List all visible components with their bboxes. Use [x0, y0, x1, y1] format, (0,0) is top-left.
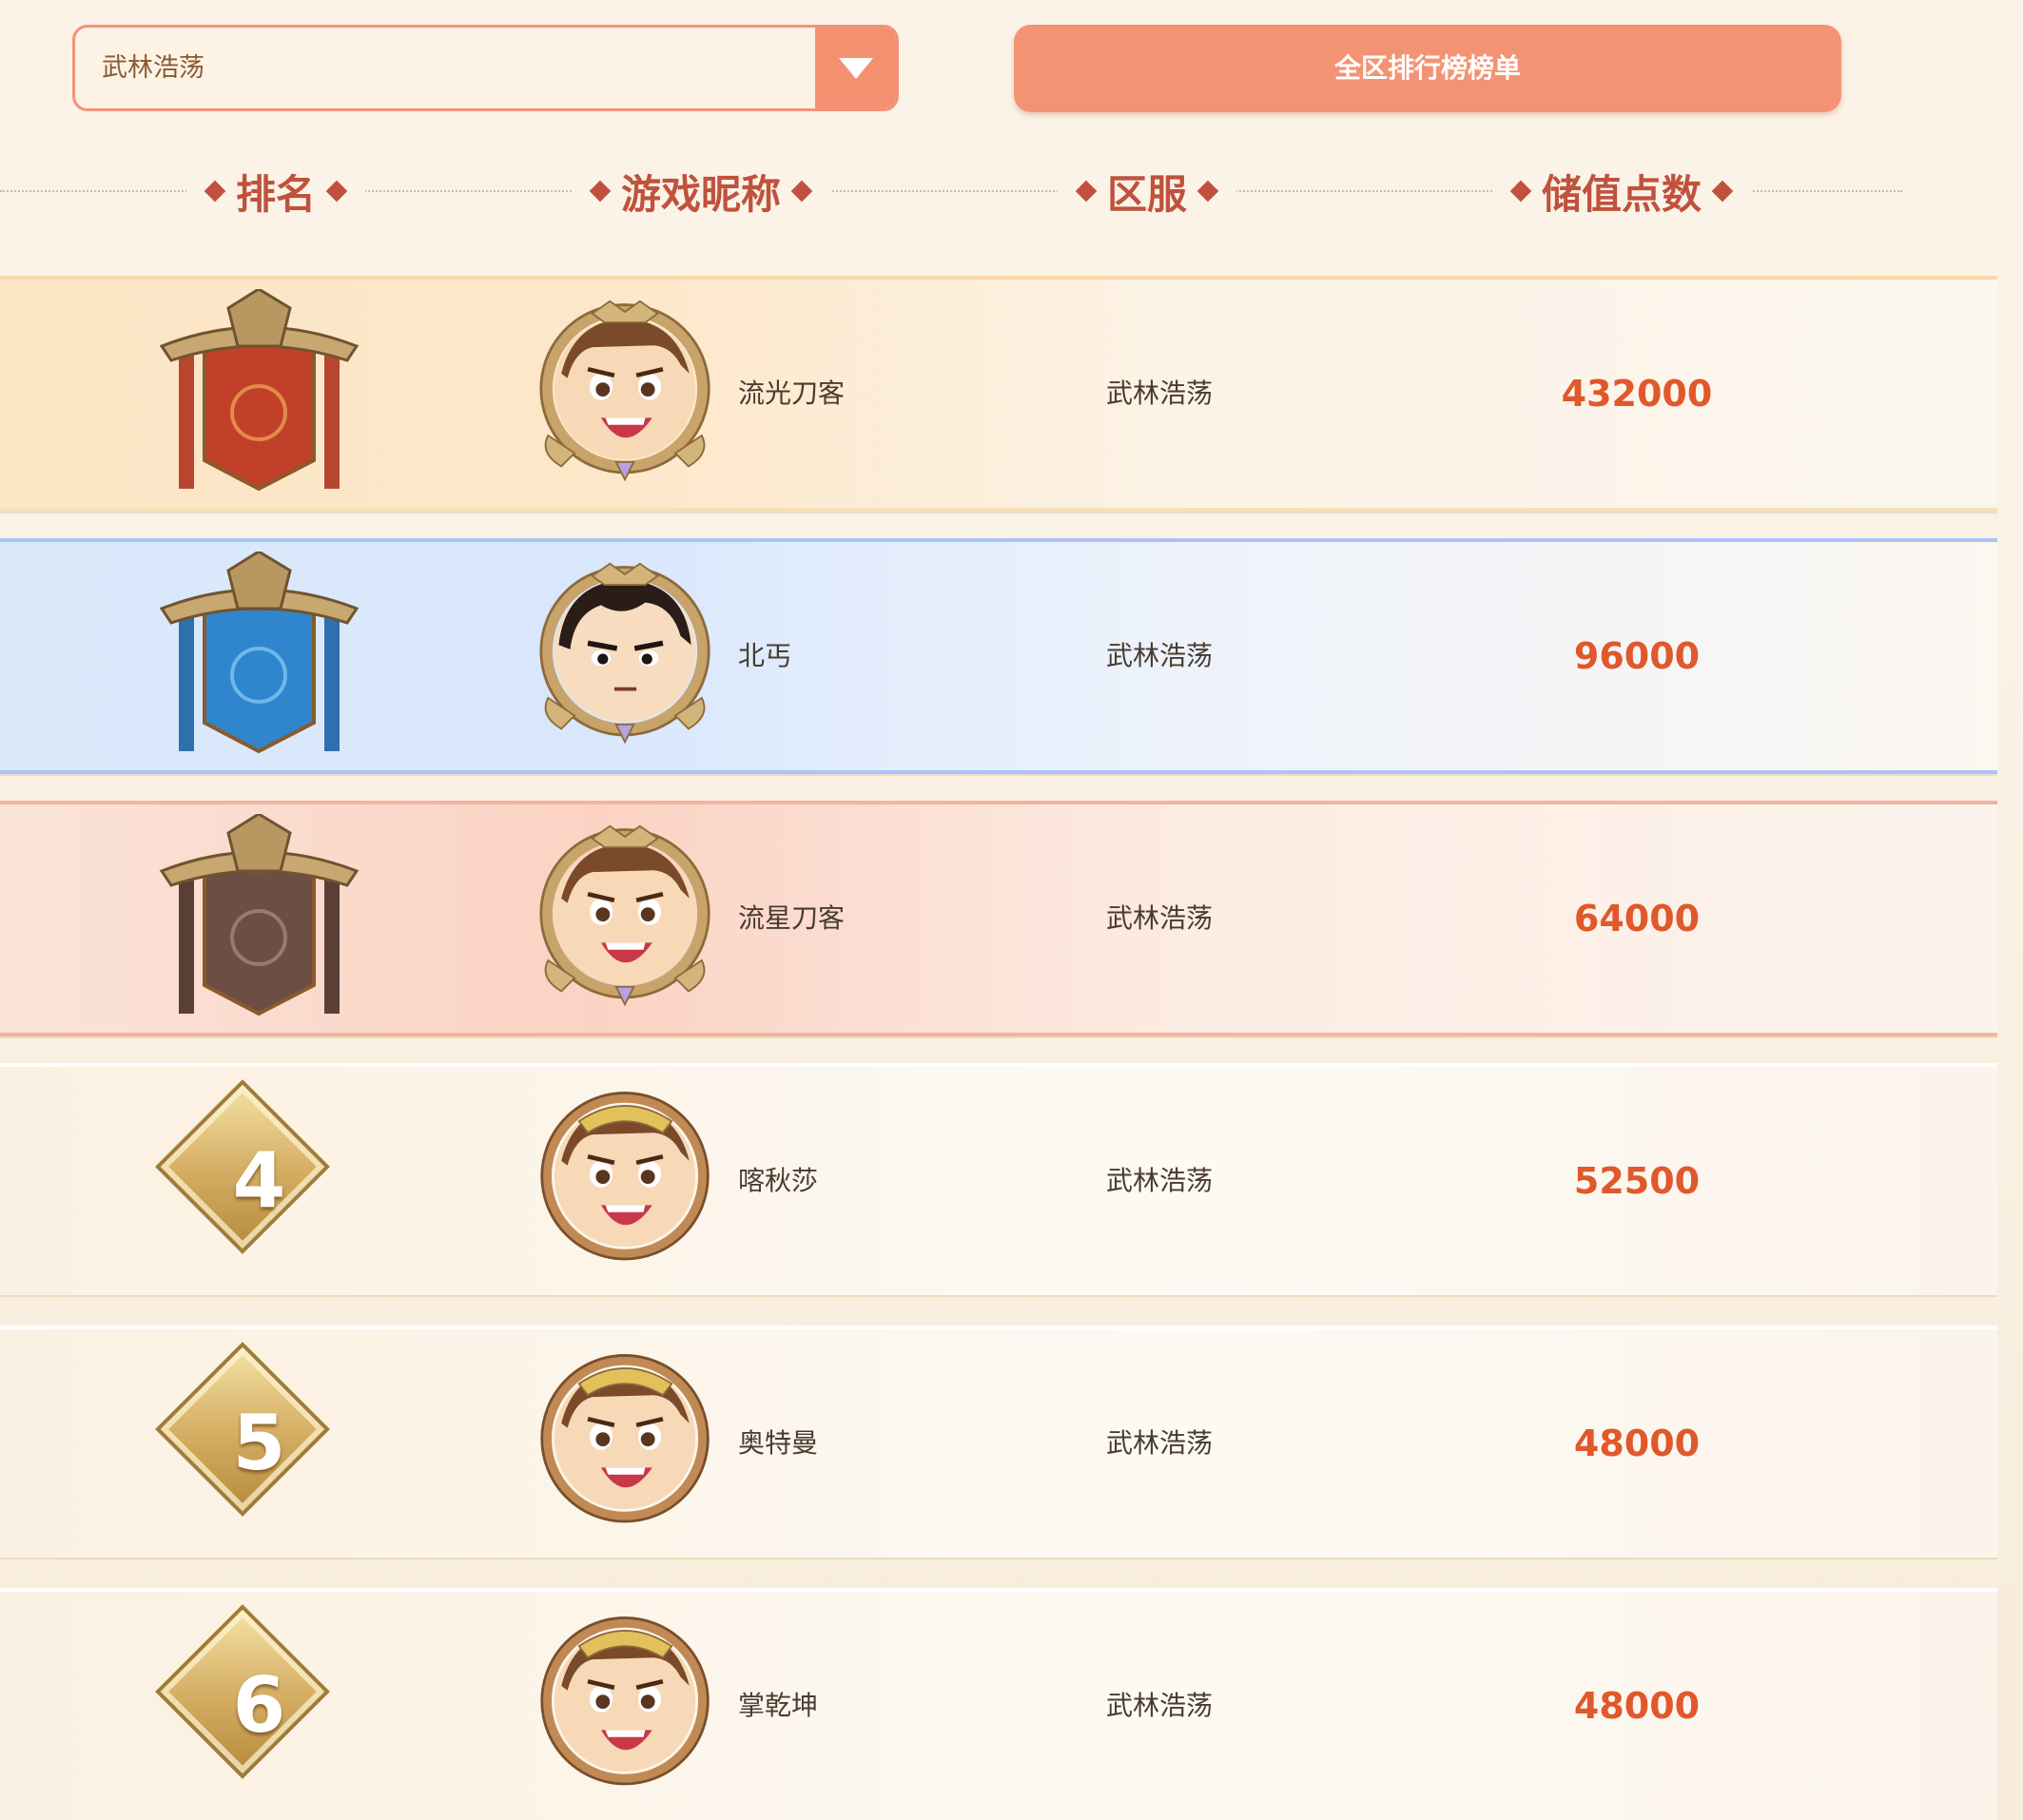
player-nickname: 北丐: [738, 640, 792, 671]
player-nickname: 奥特曼: [738, 1427, 819, 1459]
rank-number: 4: [232, 1136, 286, 1225]
header-nickname: 游戏昵称: [571, 162, 831, 221]
player-server: 武林浩荡: [1106, 902, 1214, 934]
player-server: 武林浩荡: [1106, 378, 1214, 409]
rank-2-banner-icon: [159, 552, 360, 754]
rank-number: 5: [232, 1399, 286, 1487]
table-row: 流光刀客 武林浩荡 432000: [0, 276, 1997, 512]
player-server: 武林浩荡: [1106, 1690, 1214, 1721]
table-row: 4 喀秋莎 武林浩荡 52500: [0, 1063, 1997, 1295]
player-points: 52500: [1573, 1160, 1701, 1202]
server-select[interactable]: 武林浩荡: [72, 25, 899, 111]
header-rank: 排名: [185, 162, 366, 221]
all-server-ranking-button[interactable]: 全区排行榜榜单: [1014, 25, 1841, 112]
header-points: 储值点数: [1491, 162, 1752, 221]
rank-3-banner-icon: [159, 814, 360, 1016]
player-avatar: [533, 823, 718, 1009]
player-avatar: [533, 1611, 718, 1796]
player-nickname: 掌乾坤: [738, 1690, 819, 1721]
table-row: 北丐 武林浩荡 96000: [0, 538, 1997, 774]
player-avatar: [533, 1086, 718, 1271]
player-points: 96000: [1573, 635, 1701, 677]
header-server: 区服: [1057, 162, 1237, 221]
rank-diamond-badge: 6: [152, 1601, 366, 1810]
player-nickname: 流星刀客: [738, 902, 846, 934]
player-avatar: [533, 561, 718, 746]
player-server: 武林浩荡: [1106, 1165, 1214, 1196]
player-server: 武林浩荡: [1106, 1427, 1214, 1459]
chevron-down-icon: [838, 57, 873, 79]
player-avatar: [533, 299, 718, 484]
dropdown-toggle[interactable]: [815, 28, 896, 108]
rank-diamond-badge: 5: [152, 1339, 366, 1548]
table-row: 流星刀客 武林浩荡 64000: [0, 801, 1997, 1036]
table-row: 6 掌乾坤 武林浩荡 48000: [0, 1588, 1997, 1820]
rank-1-banner-icon: [159, 289, 360, 492]
player-points: 432000: [1561, 373, 1713, 415]
player-points: 64000: [1573, 898, 1701, 939]
server-select-value: 武林浩荡: [102, 53, 204, 83]
player-points: 48000: [1573, 1685, 1701, 1727]
player-avatar: [533, 1348, 718, 1534]
player-nickname: 喀秋莎: [738, 1165, 819, 1196]
rank-diamond-badge: 4: [152, 1076, 366, 1286]
player-server: 武林浩荡: [1106, 640, 1214, 671]
player-nickname: 流光刀客: [738, 378, 846, 409]
rank-number: 6: [232, 1661, 286, 1750]
player-points: 48000: [1573, 1423, 1701, 1464]
table-row: 5 奥特曼 武林浩荡 48000: [0, 1326, 1997, 1558]
